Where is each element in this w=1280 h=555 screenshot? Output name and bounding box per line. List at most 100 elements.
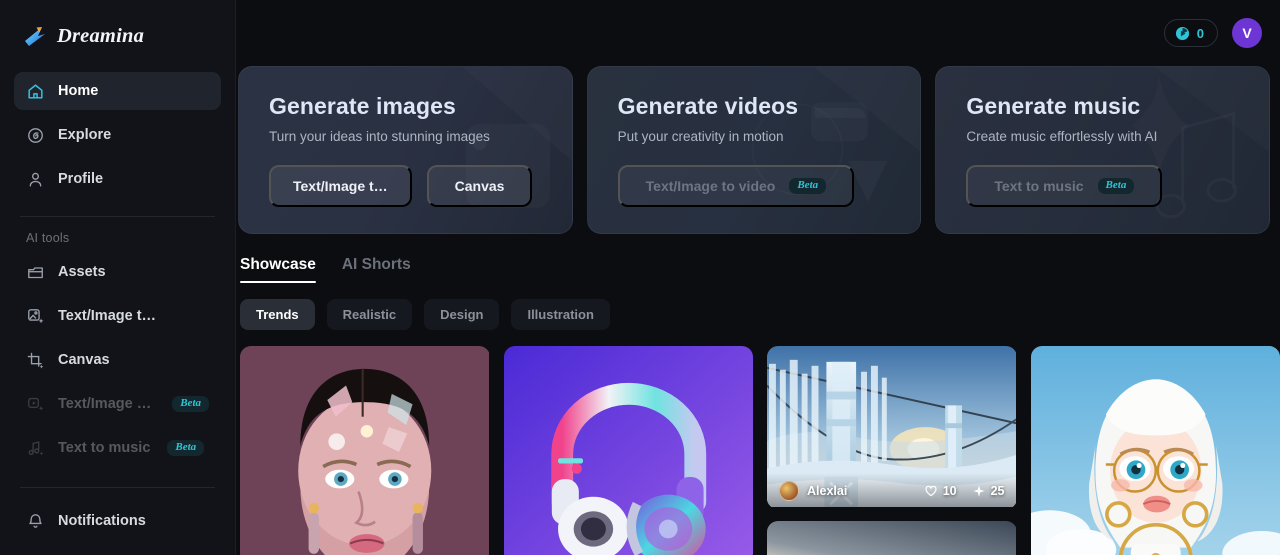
sidebar-item-label: Profile (58, 171, 104, 187)
sidebar-item-label: Canvas (58, 352, 110, 368)
artwork-gradient-headphones (503, 346, 753, 555)
hero-card-generate-images[interactable]: Generate images Turn your ideas into stu… (238, 66, 573, 234)
sidebar-item-explore[interactable]: Explore (14, 116, 221, 154)
showcase-item-headphones[interactable] (503, 346, 754, 555)
showcase-column (503, 346, 754, 555)
showcase-column (240, 346, 490, 555)
sparkle-stat[interactable]: 25 (972, 484, 1005, 498)
text-image-to-video-button[interactable]: Text/Image to video Beta (617, 165, 855, 207)
button-label: Text/Image t… (293, 178, 388, 194)
hero-card-title: Generate images (269, 93, 456, 119)
showcase-grid: Alexlai 10 25 (238, 330, 1280, 555)
filter-chips: Trends Realistic Design Illustration (238, 283, 1280, 330)
heart-icon (925, 485, 937, 497)
tab-showcase[interactable]: Showcase (240, 256, 316, 283)
sidebar: Dreamina Home Explore Profile AI tools A… (0, 0, 236, 555)
brand-logo[interactable]: Dreamina (0, 0, 235, 72)
artwork-white-hair-girl-sky (1030, 346, 1280, 555)
image-sparkle-icon (28, 308, 44, 323)
sidebar-item-text-image-to-image[interactable]: Text/Image t… (14, 297, 221, 335)
compass-icon (28, 127, 43, 143)
credits-value: 0 (1196, 25, 1204, 41)
sidebar-tools-nav: Assets Text/Image t… Canvas Text/Image t… (0, 253, 235, 473)
sidebar-footer-nav: Notifications (0, 488, 235, 546)
chip-label: Realistic (342, 307, 397, 322)
sidebar-item-label: Assets (58, 264, 106, 280)
showcase-item-frozen-bridge[interactable]: Alexlai 10 25 (767, 346, 1017, 509)
chip-label: Trends (256, 307, 299, 322)
tab-label: Showcase (240, 256, 316, 273)
hero-card-generate-videos[interactable]: Generate videos Put your creativity in m… (586, 66, 922, 234)
sidebar-item-text-image-to-video[interactable]: Text/Image t… Beta (14, 385, 221, 423)
hero-cards: Generate images Turn your ideas into stu… (238, 66, 1280, 234)
sidebar-item-profile[interactable]: Profile (14, 160, 221, 198)
showcase-item-meta: Alexlai 10 25 (767, 473, 1017, 509)
video-sparkle-icon (28, 397, 44, 411)
showcase-item-chrome-portrait[interactable] (240, 346, 490, 555)
sidebar-section-label: AI tools (26, 231, 70, 245)
chip-label: Illustration (527, 307, 594, 322)
sparkle-icon (973, 485, 985, 497)
sidebar-item-label: Explore (58, 127, 112, 143)
tab-ai-shorts[interactable]: AI Shorts (342, 256, 411, 283)
canvas-frame-icon (27, 352, 44, 368)
credits-pill[interactable]: 0 (1163, 19, 1218, 47)
hero-card-actions: Text/Image t… Canvas (269, 165, 544, 207)
chip-label: Design (440, 307, 484, 322)
hero-card-title: Generate music (966, 93, 1141, 119)
home-icon (28, 83, 43, 99)
folder-icon (28, 266, 43, 278)
artwork-chrome-portrait-pink (240, 346, 490, 555)
author-avatar[interactable] (779, 481, 799, 501)
beta-badge: Beta (1097, 178, 1135, 194)
avatar[interactable]: V (1232, 18, 1262, 48)
text-image-to-image-button[interactable]: Text/Image t… (269, 165, 412, 207)
showcase-column (1030, 346, 1280, 555)
bell-icon (29, 513, 42, 528)
showcase-column: Alexlai 10 25 (767, 346, 1017, 555)
sidebar-item-label: Text/Image t… (58, 396, 156, 412)
user-icon (29, 172, 42, 187)
button-label: Text/Image to video (645, 178, 776, 194)
sidebar-item-home[interactable]: Home (14, 72, 221, 110)
app-root: Dreamina Home Explore Profile AI tools A… (0, 0, 1280, 555)
hero-card-subtitle: Turn your ideas into stunning images (269, 129, 490, 144)
canvas-button[interactable]: Canvas (426, 165, 533, 207)
hero-card-subtitle: Create music effortlessly with AI (966, 129, 1158, 144)
artwork-dusk-landscape (767, 521, 1017, 555)
button-label: Canvas (454, 178, 505, 194)
music-sparkle-icon (28, 440, 44, 455)
beta-badge: Beta (167, 440, 205, 456)
avatar-initial: V (1242, 25, 1252, 41)
chip-illustration[interactable]: Illustration (511, 299, 610, 330)
sidebar-item-label: Notifications (58, 513, 146, 529)
sidebar-item-canvas[interactable]: Canvas (14, 341, 221, 379)
chip-trends[interactable]: Trends (240, 299, 315, 330)
showcase-item-stats: 10 25 (924, 484, 1005, 498)
sidebar-item-label: Home (58, 83, 99, 99)
credit-coin-icon (1175, 26, 1189, 40)
main-content: 0 V Generate images Turn your ideas into… (236, 0, 1280, 555)
hero-card-actions: Text to music Beta (966, 165, 1241, 207)
sidebar-item-notifications[interactable]: Notifications (14, 502, 221, 540)
sidebar-primary-nav: Home Explore Profile (0, 72, 235, 204)
sidebar-item-label: Text to music (58, 440, 151, 456)
dreamina-logo-icon (25, 27, 45, 46)
beta-badge: Beta (789, 178, 827, 194)
sidebar-item-assets[interactable]: Assets (14, 253, 221, 291)
tab-label: AI Shorts (341, 256, 411, 273)
showcase-item-dusk-landscape[interactable] (767, 521, 1017, 555)
sidebar-item-text-to-music[interactable]: Text to music Beta (14, 429, 221, 467)
top-bar: 0 V (236, 0, 1280, 66)
hero-card-actions: Text/Image to video Beta (617, 165, 893, 207)
chip-realistic[interactable]: Realistic (326, 299, 413, 330)
hero-card-subtitle: Put your creativity in motion (617, 129, 784, 144)
chip-design[interactable]: Design (424, 299, 500, 330)
author-name: Alexlai (807, 484, 848, 498)
content-tabs: Showcase AI Shorts (238, 234, 1280, 283)
text-to-music-button[interactable]: Text to music Beta (966, 165, 1163, 207)
brand-name: Dreamina (57, 24, 145, 47)
hero-card-generate-music[interactable]: Generate music Create music effortlessly… (935, 66, 1271, 234)
like-stat[interactable]: 10 (924, 484, 957, 498)
showcase-item-white-hair-girl[interactable] (1030, 346, 1280, 555)
